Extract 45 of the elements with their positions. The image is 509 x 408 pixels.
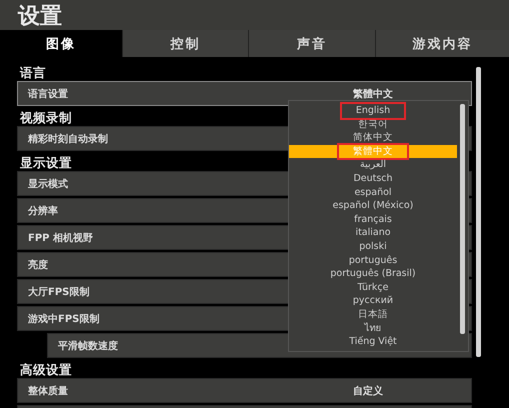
scrollbar[interactable] xyxy=(476,67,481,357)
language-option[interactable]: italiano xyxy=(289,226,457,240)
option-label: Tiếng Việt xyxy=(349,335,397,349)
scrollbar[interactable] xyxy=(460,104,465,334)
language-option[interactable]: Deutsch xyxy=(289,172,457,186)
setting-value: 繁體中文 xyxy=(353,88,393,100)
language-option[interactable]: português xyxy=(289,254,457,268)
option-label: العربية xyxy=(360,158,386,172)
option-label: 日本語 xyxy=(358,308,388,322)
tab[interactable]: 控制 xyxy=(122,30,248,57)
option-label: português xyxy=(348,254,398,268)
setting-label: 大厅FPS限制 xyxy=(27,286,90,298)
section-heading: 语言 xyxy=(18,64,46,81)
language-option[interactable]: español (México) xyxy=(289,199,457,213)
setting-label: 亮度 xyxy=(27,258,48,272)
language-option[interactable]: 日本語 xyxy=(289,308,457,322)
language-option[interactable]: Tiếng Việt xyxy=(289,335,457,349)
setting-label: 精彩时刻自动录制 xyxy=(26,132,108,146)
setting-label: 语言设置 xyxy=(26,87,68,100)
language-option[interactable]: العربية xyxy=(289,158,457,172)
option-label: italiano xyxy=(355,226,391,240)
setting-label: 平滑帧数速度 xyxy=(57,339,118,352)
setting-label: 显示模式 xyxy=(27,178,68,190)
option-label: English xyxy=(342,104,404,118)
option-label: 简体中文 xyxy=(353,131,393,145)
language-option[interactable]: 简体中文 xyxy=(289,131,457,145)
setting-label: 分辨率 xyxy=(26,204,58,218)
setting-label: 游戏中FPS限制 xyxy=(27,312,100,326)
language-option[interactable]: Türkçe xyxy=(289,280,457,294)
settings-row[interactable]: 语言设置 繁體中文 xyxy=(17,81,472,106)
option-label: Deutsch xyxy=(353,172,393,186)
option-label: español (México) xyxy=(332,199,414,213)
section-heading: 显示设置 xyxy=(19,154,72,171)
language-option[interactable]: English xyxy=(289,104,457,118)
setting-label: 整体质量 xyxy=(27,384,68,398)
tab[interactable]: 图像 xyxy=(0,30,122,57)
option-label: Türkçe xyxy=(358,280,388,294)
tab[interactable]: 游戏内容 xyxy=(375,30,509,57)
settings-row[interactable]: 整体质量 自定义 xyxy=(17,378,472,403)
setting-value: 自定义 xyxy=(353,384,383,398)
page-title: 设置 xyxy=(16,3,63,30)
setting-label: FPP 相机视野 xyxy=(27,232,93,244)
section-heading: 高级设置 xyxy=(19,361,72,378)
section-heading: 视频录制 xyxy=(18,109,72,126)
tab[interactable]: 声音 xyxy=(248,30,375,57)
